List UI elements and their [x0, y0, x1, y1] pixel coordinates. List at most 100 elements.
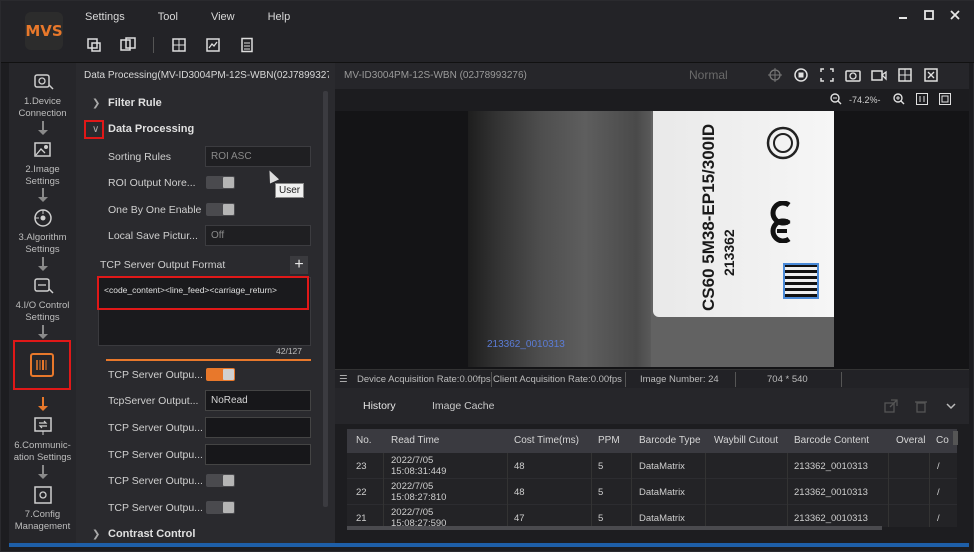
toolbar-separator	[153, 37, 154, 53]
view-title: MV-ID3004PM-12S-WBN (02J78993276)	[344, 70, 527, 81]
col-no[interactable]: No.	[356, 435, 372, 446]
section-label: Data Processing	[108, 123, 195, 135]
new-window-icon[interactable]	[85, 37, 103, 53]
video-icon[interactable]	[871, 67, 887, 83]
cell-time: 15:08:31:449	[391, 466, 447, 477]
menu-help[interactable]: Help	[268, 9, 291, 25]
layout-grid-icon[interactable]	[897, 67, 913, 83]
table-row[interactable]: 21 2022/7/05 15:08:27:590 47 5 DataMatri…	[347, 505, 957, 527]
nav-step-output-active[interactable]	[13, 340, 71, 390]
cell-date: 2022/7/05	[391, 455, 434, 466]
zoom-in-icon[interactable]	[892, 92, 906, 106]
nav-step-config-management[interactable]: 7.Config Management	[9, 484, 76, 533]
close-view-icon[interactable]	[923, 67, 939, 83]
status-bar: ☰ Device Acquisition Rate:0.00fps Client…	[335, 369, 969, 388]
col-barcode-type[interactable]: Barcode Type	[639, 435, 701, 446]
cell-content: 213362_0010313	[794, 461, 868, 472]
menu-settings[interactable]: Settings	[85, 9, 125, 25]
tcp-output-input[interactable]	[205, 444, 311, 465]
char-counter: 42/127	[276, 346, 302, 356]
col-barcode-content[interactable]: Barcode Content	[794, 435, 869, 446]
config-icon	[31, 484, 55, 506]
nav-step-communication[interactable]: 6.Communic-ation Settings	[9, 415, 76, 464]
tcp-output-label: TCP Server Outpu...	[108, 502, 203, 514]
column-divider	[705, 453, 706, 527]
zoom-out-icon[interactable]	[829, 92, 843, 106]
tcp-output-toggle[interactable]	[206, 501, 235, 514]
stop-icon[interactable]	[793, 67, 809, 83]
step-arrow	[38, 121, 48, 135]
col-waybill-cutout[interactable]: Waybill Cutout	[714, 435, 778, 446]
cell-ppm: 5	[598, 461, 604, 472]
tcp-noread-input[interactable]: NoRead	[205, 390, 311, 411]
grid-icon[interactable]	[170, 37, 188, 53]
tab-history[interactable]: History	[363, 400, 396, 412]
cell-no: 22	[356, 487, 367, 498]
history-table: No. Read Time Cost Time(ms) PPM Barcode …	[347, 429, 957, 527]
table-vertical-scrollbar[interactable]	[953, 431, 958, 445]
table-horizontal-scrollbar[interactable]	[347, 526, 882, 530]
tcp-output-toggle[interactable]	[206, 474, 235, 487]
panel-scrollbar[interactable]	[323, 91, 328, 507]
section-contrast-control[interactable]: ❯ Contrast Control	[92, 528, 195, 540]
image-settings-icon	[31, 139, 55, 161]
col-ppm[interactable]: PPM	[598, 435, 620, 446]
section-data-processing[interactable]: ∨ Data Processing	[92, 123, 194, 135]
settings-panel: Data Processing(MV-ID3004PM-12S-WBN(02J7…	[76, 63, 335, 543]
one-by-one-toggle[interactable]	[206, 203, 235, 216]
tcp-output-input[interactable]	[205, 417, 311, 438]
ul-listed-icon	[766, 126, 800, 160]
status-separator	[625, 372, 626, 387]
window-controls	[895, 7, 963, 23]
cell-cost: 47	[514, 513, 525, 524]
cell-ppm: 5	[598, 487, 604, 498]
local-save-select[interactable]: Off	[205, 225, 311, 246]
col-co[interactable]: Co	[936, 435, 949, 446]
decoded-barcode-overlay: 213362_0010313	[487, 339, 565, 350]
chevron-down-icon[interactable]	[943, 398, 959, 414]
section-filter-rule[interactable]: ❯ Filter Rule	[92, 97, 162, 109]
nav-step-algorithm-settings[interactable]: 3.Algorithm Settings	[9, 207, 76, 256]
step-arrow-active	[38, 397, 48, 411]
actual-size-icon[interactable]	[915, 92, 929, 106]
nav-step-label: 1.Device Connection	[18, 96, 67, 119]
step-navigation: 1.Device Connection 2.Image Settings 3.A…	[9, 63, 76, 543]
column-divider	[787, 453, 788, 527]
status-menu-icon[interactable]: ☰	[339, 374, 348, 385]
fit-window-icon[interactable]	[938, 92, 952, 106]
table-row[interactable]: 23 2022/7/05 15:08:31:449 48 5 DataMatri…	[347, 453, 957, 479]
maximize-icon[interactable]	[921, 7, 937, 23]
sorting-rules-select[interactable]: ROI ASC	[205, 146, 311, 167]
column-divider	[591, 453, 592, 527]
menu-tool[interactable]: Tool	[158, 9, 178, 25]
fullscreen-icon[interactable]	[819, 67, 835, 83]
export-icon[interactable]	[883, 398, 899, 414]
delete-icon[interactable]	[913, 398, 929, 414]
nav-step-label: 4.I/O Control Settings	[15, 300, 70, 323]
chart-icon[interactable]	[204, 37, 222, 53]
camera-icon[interactable]	[845, 67, 861, 83]
highlight-box	[97, 276, 309, 310]
table-row[interactable]: 22 2022/7/05 15:08:27:810 48 5 DataMatri…	[347, 479, 957, 505]
col-read-time[interactable]: Read Time	[391, 435, 439, 446]
datamatrix-code	[783, 263, 819, 299]
mode-select[interactable]: Normal	[689, 68, 759, 84]
add-icon[interactable]: +	[290, 256, 308, 274]
minimize-icon[interactable]	[895, 7, 911, 23]
crosshair-icon[interactable]	[767, 67, 783, 83]
tcp-noread-label: TcpServer Output...	[108, 395, 199, 407]
menu-view[interactable]: View	[211, 9, 235, 25]
nav-step-image-settings[interactable]: 2.Image Settings	[9, 139, 76, 188]
image-number: Image Number: 24	[640, 374, 719, 385]
multi-window-icon[interactable]	[119, 37, 137, 53]
tab-image-cache[interactable]: Image Cache	[432, 400, 494, 412]
roi-output-toggle[interactable]	[206, 176, 235, 189]
col-cost-time[interactable]: Cost Time(ms)	[514, 435, 579, 446]
col-overall[interactable]: Overal	[896, 435, 925, 446]
close-icon[interactable]	[947, 7, 963, 23]
nav-step-io-control[interactable]: 4.I/O Control Settings	[9, 275, 76, 324]
nav-step-device-connection[interactable]: 1.Device Connection	[9, 71, 76, 120]
tcp-output-toggle[interactable]	[206, 368, 235, 381]
nav-step-label: 2.Image Settings	[25, 164, 60, 187]
document-icon[interactable]	[238, 37, 256, 53]
